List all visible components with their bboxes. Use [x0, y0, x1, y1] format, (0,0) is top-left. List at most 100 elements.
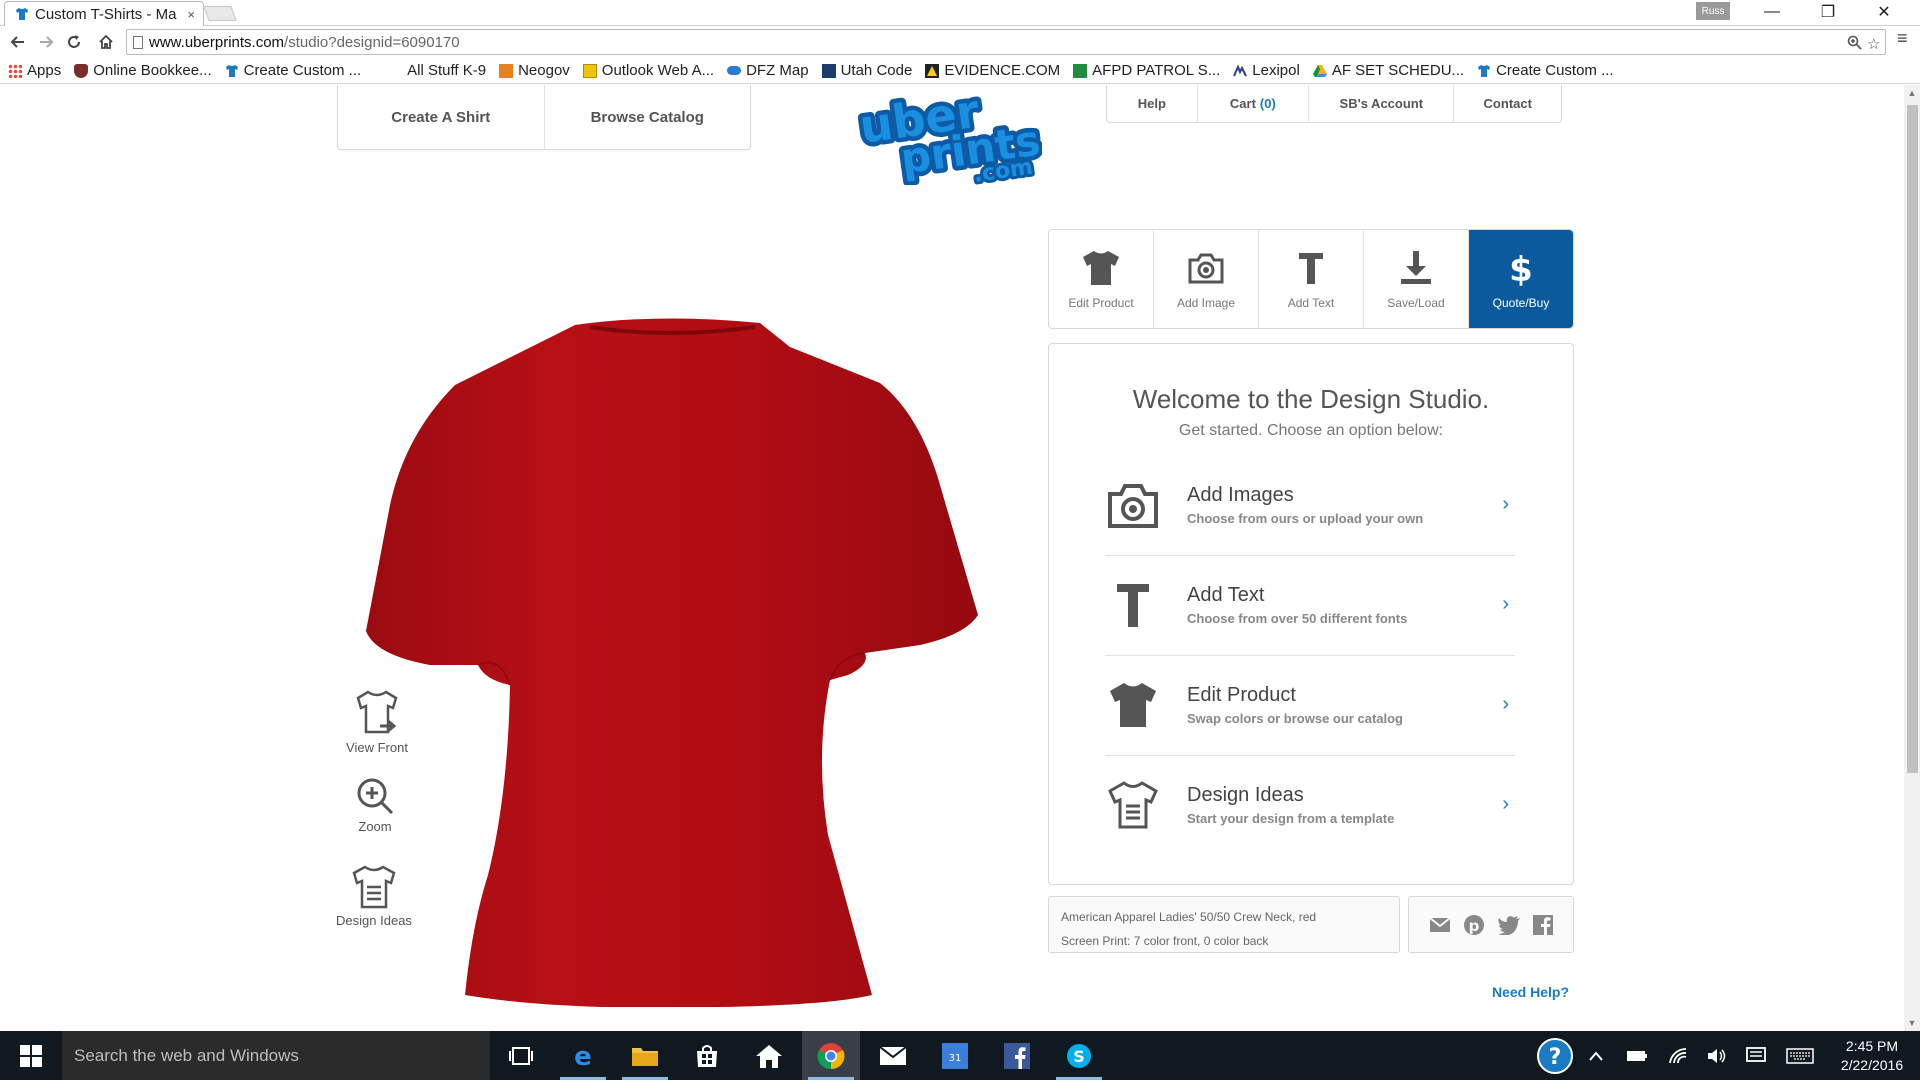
- shield-icon: [74, 63, 89, 78]
- svg-text:31: 31: [949, 1053, 962, 1064]
- zoom-label: Zoom: [358, 819, 392, 834]
- lexipol-icon: [1233, 63, 1248, 76]
- option-design-ideas[interactable]: Design Ideas Start your design from a te…: [1105, 755, 1515, 855]
- chevron-right-icon: ›: [1502, 693, 1509, 715]
- view-front-button[interactable]: View Front: [327, 688, 427, 755]
- minimize-button[interactable]: —: [1744, 0, 1800, 24]
- new-tab-button[interactable]: [203, 6, 237, 21]
- chevron-right-icon: ›: [1502, 793, 1509, 815]
- facebook-icon[interactable]: [1533, 914, 1553, 935]
- tool-add-text[interactable]: Add Text: [1258, 230, 1363, 328]
- taskbar-search[interactable]: Search the web and Windows: [62, 1031, 490, 1080]
- clock-time: 2:45 PM: [1845, 1038, 1899, 1054]
- nav-create-a-shirt[interactable]: Create A Shirt: [338, 85, 544, 149]
- bookmark-utah-code[interactable]: Utah Code: [821, 62, 912, 79]
- bookmark-neogov[interactable]: Neogov: [499, 62, 570, 79]
- option-add-images[interactable]: Add Images Choose from ours or upload yo…: [1105, 455, 1515, 555]
- profile-badge[interactable]: Russ: [1696, 2, 1730, 20]
- download-icon: [1401, 251, 1431, 284]
- tshirt-icon: [1083, 251, 1119, 285]
- twitter-icon[interactable]: [1497, 915, 1521, 935]
- chrome-icon[interactable]: [802, 1031, 860, 1080]
- bookmark-outlook[interactable]: Outlook Web A...: [582, 62, 714, 79]
- page-scrollbar[interactable]: ▲ ▼: [1904, 85, 1920, 1031]
- pinterest-icon[interactable]: p: [1463, 914, 1485, 936]
- uberprints-logo[interactable]: uber uber prints prints .com .com: [858, 85, 1042, 185]
- battery-icon[interactable]: [1626, 1031, 1648, 1080]
- bookmark-all-stuff-k9[interactable]: All Stuff K-9: [388, 62, 486, 79]
- help-tray-icon[interactable]: ?: [1535, 1031, 1575, 1080]
- design-ideas-side-button[interactable]: Design Ideas: [324, 863, 424, 928]
- bookmark-create-custom-1[interactable]: Create Custom ...: [225, 62, 361, 79]
- need-help-link[interactable]: Need Help?: [1492, 984, 1569, 1000]
- bookmark-dfz-map[interactable]: DFZ Map: [727, 62, 809, 79]
- tool-edit-product[interactable]: Edit Product: [1049, 230, 1153, 328]
- nav-account[interactable]: SB's Account: [1308, 85, 1453, 122]
- tool-save-load[interactable]: Save/Load: [1363, 230, 1468, 328]
- scroll-down-arrow-icon[interactable]: ▼: [1904, 1015, 1920, 1031]
- nav-cart[interactable]: Cart (0): [1196, 85, 1309, 122]
- email-icon[interactable]: [1429, 916, 1451, 933]
- facebook-app-icon[interactable]: [988, 1031, 1046, 1080]
- store-icon[interactable]: [678, 1031, 736, 1080]
- close-window-button[interactable]: ✕: [1856, 0, 1912, 24]
- tshirt-icon: [225, 64, 238, 77]
- camera-icon: [1188, 253, 1224, 284]
- forward-arrow-icon[interactable]: [34, 30, 58, 54]
- sheets-icon: [1073, 63, 1088, 78]
- browser-tab[interactable]: Custom T-Shirts - Ma ×: [4, 1, 204, 26]
- restore-button[interactable]: ❐: [1800, 0, 1856, 24]
- edge-icon[interactable]: e: [554, 1031, 612, 1080]
- bookmark-apps[interactable]: Apps: [8, 62, 61, 79]
- wifi-icon[interactable]: [1668, 1031, 1688, 1080]
- drive-icon: [1312, 64, 1327, 77]
- bookmark-lexipol[interactable]: Lexipol: [1233, 62, 1300, 79]
- reload-icon[interactable]: [62, 30, 86, 54]
- page-viewport: Create A Shirt Browse Catalog uber uber …: [0, 85, 1904, 1031]
- volume-icon[interactable]: [1706, 1031, 1726, 1080]
- bookmark-af-set-schedule[interactable]: AF SET SCHEDU...: [1312, 62, 1464, 79]
- shirt-preview-back[interactable]: [360, 235, 980, 1007]
- mail-icon[interactable]: [864, 1031, 922, 1080]
- bookmark-afpd-patrol[interactable]: AFPD PATROL S...: [1073, 62, 1220, 79]
- zoom-magnifier-icon[interactable]: [1847, 35, 1862, 54]
- keyboard-icon[interactable]: [1786, 1031, 1814, 1080]
- design-tools-bar: Edit Product Add Image Add Text Save/Loa…: [1048, 229, 1574, 329]
- file-explorer-icon[interactable]: [616, 1031, 674, 1080]
- show-hidden-icons-icon[interactable]: [1588, 1031, 1604, 1080]
- taskbar-clock[interactable]: 2:45 PM 2/22/2016: [1832, 1037, 1912, 1075]
- bookmark-evidence[interactable]: EVIDENCE.COM: [925, 62, 1060, 79]
- tool-quote-buy[interactable]: $ Quote/Buy: [1468, 230, 1573, 328]
- nav-contact[interactable]: Contact: [1453, 85, 1561, 122]
- task-view-icon[interactable]: [492, 1031, 550, 1080]
- home-taskbar-icon[interactable]: [740, 1031, 798, 1080]
- account-nav: Help Cart (0) SB's Account Contact: [1106, 85, 1562, 123]
- calendar-icon[interactable]: 31: [926, 1031, 984, 1080]
- share-box: p: [1408, 896, 1574, 953]
- chrome-menu-icon[interactable]: ≡: [1897, 28, 1908, 49]
- bookmark-star-icon[interactable]: ☆: [1867, 35, 1880, 53]
- bookmark-online-bookkeeping[interactable]: Online Bookkee...: [74, 62, 212, 79]
- browser-toolbar: www.uberprints.com/studio?designid=60901…: [0, 26, 1920, 58]
- option-edit-product[interactable]: Edit Product Swap colors or browse our c…: [1105, 655, 1515, 755]
- nav-browse-catalog[interactable]: Browse Catalog: [543, 85, 751, 149]
- option-add-text[interactable]: Add Text Choose from over 50 different f…: [1105, 555, 1515, 655]
- cloud-icon: [727, 66, 742, 75]
- scroll-up-arrow-icon[interactable]: ▲: [1904, 85, 1920, 101]
- bookmark-create-custom-2[interactable]: Create Custom ...: [1477, 62, 1614, 79]
- address-bar[interactable]: www.uberprints.com/studio?designid=60901…: [126, 29, 1886, 55]
- back-arrow-icon[interactable]: [6, 30, 30, 54]
- tool-add-image[interactable]: Add Image: [1153, 230, 1258, 328]
- url-path: /studio?designid=6090170: [284, 33, 460, 51]
- home-icon[interactable]: [94, 30, 118, 54]
- tab-close-icon[interactable]: ×: [187, 7, 195, 22]
- svg-text:p: p: [1469, 917, 1480, 935]
- nav-help[interactable]: Help: [1107, 85, 1197, 122]
- primary-nav: Create A Shirt Browse Catalog: [337, 85, 751, 150]
- skype-icon[interactable]: S: [1050, 1031, 1108, 1080]
- start-button[interactable]: [0, 1031, 62, 1080]
- zoom-button[interactable]: Zoom: [325, 775, 425, 834]
- scroll-thumb[interactable]: [1907, 105, 1918, 773]
- browser-tab-strip: Custom T-Shirts - Ma × Russ — ❐ ✕: [0, 0, 1920, 26]
- action-center-icon[interactable]: [1746, 1031, 1766, 1080]
